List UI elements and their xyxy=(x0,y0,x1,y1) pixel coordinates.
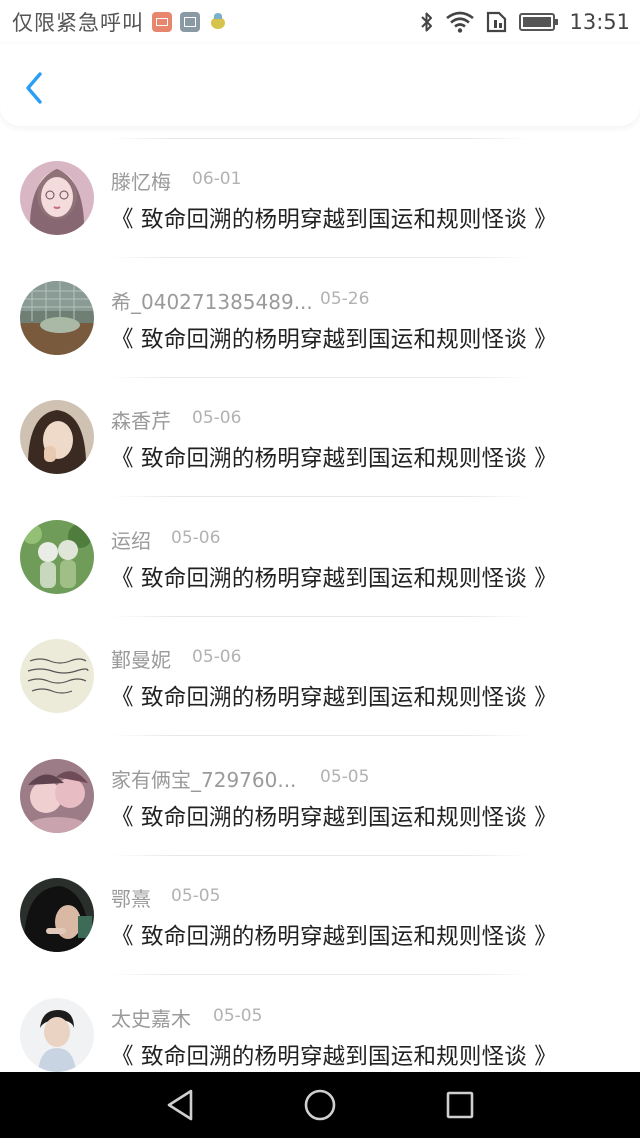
mail-icon xyxy=(152,12,172,32)
comment-list: 滕忆梅 06-01 《 致命回溯的杨明穿越到国运和规则怪谈 》 希_040271… xyxy=(0,126,640,1072)
list-item[interactable]: 森香芹 05-06 《 致命回溯的杨明穿越到国运和规则怪谈 》 xyxy=(0,365,640,497)
post-date: 05-06 xyxy=(192,647,242,667)
book-title: 《 致命回溯的杨明穿越到国运和规则怪谈 》 xyxy=(111,446,558,472)
avatar[interactable] xyxy=(20,758,94,833)
user-name[interactable]: 滕忆梅 xyxy=(111,166,171,195)
home-circle-icon xyxy=(304,1089,336,1121)
system-nav-bar xyxy=(0,1072,640,1138)
carrier-text: 仅限紧急呼叫 xyxy=(12,11,144,35)
chevron-left-icon xyxy=(26,72,42,104)
screen: 仅限紧急呼叫 13:51 滕忆梅 06-01 《 致命回溯的杨明穿越到国运和规则… xyxy=(0,0,640,1138)
book-title: 《 致命回溯的杨明穿越到国运和规则怪谈 》 xyxy=(111,565,558,592)
book-title: 《 致命回溯的杨明穿越到国运和规则怪谈 》 xyxy=(111,685,558,711)
avatar[interactable] xyxy=(20,997,94,1072)
nav-home-button[interactable] xyxy=(290,1075,350,1135)
avatar[interactable] xyxy=(20,400,94,474)
post-date: 05-05 xyxy=(171,886,221,906)
header xyxy=(0,44,640,126)
book-title: 《 致命回溯的杨明穿越到国运和规则怪谈 》 xyxy=(111,804,558,831)
nav-back-button[interactable] xyxy=(150,1075,210,1135)
user-name[interactable]: 运绍 xyxy=(111,525,151,554)
book-title: 《 致命回溯的杨明穿越到国运和规则怪谈 》 xyxy=(111,1043,558,1070)
book-title: 《 致命回溯的杨明穿越到国运和规则怪谈 》 xyxy=(111,924,558,950)
recents-square-icon xyxy=(446,1091,474,1119)
back-triangle-icon xyxy=(167,1089,193,1121)
user-name[interactable]: 希_040271385489... xyxy=(111,286,313,315)
avatar[interactable] xyxy=(20,519,94,594)
user-name[interactable]: 鄂熹 xyxy=(111,883,151,912)
book-title: 《 致命回溯的杨明穿越到国运和规则怪谈 》 xyxy=(111,207,558,233)
list-item[interactable]: 鄞曼妮 05-06 《 致命回溯的杨明穿越到国运和规则怪谈 》 xyxy=(0,604,640,736)
list-item[interactable]: 运绍 05-06 《 致命回溯的杨明穿越到国运和规则怪谈 》 xyxy=(0,485,640,617)
gallery-icon xyxy=(180,12,200,32)
avatar[interactable] xyxy=(20,878,94,952)
status-bar-left: 仅限紧急呼叫 xyxy=(12,7,228,37)
avatar[interactable] xyxy=(20,639,94,713)
post-date: 05-06 xyxy=(192,408,242,428)
user-name[interactable]: 家有俩宝_729760... xyxy=(111,764,296,793)
post-date: 05-06 xyxy=(171,527,221,548)
baby-app-icon xyxy=(208,12,228,32)
list-item[interactable]: 滕忆梅 06-01 《 致命回溯的杨明穿越到国运和规则怪谈 》 xyxy=(0,126,640,258)
user-name[interactable]: 森香芹 xyxy=(111,405,171,434)
avatar[interactable] xyxy=(20,161,94,235)
battery-icon xyxy=(519,13,559,31)
bluetooth-icon xyxy=(421,12,433,32)
post-date: 05-26 xyxy=(320,288,370,309)
clock: 13:51 xyxy=(569,10,630,34)
status-bar: 仅限紧急呼叫 13:51 xyxy=(0,0,640,44)
back-button[interactable] xyxy=(14,66,54,110)
post-date: 05-05 xyxy=(320,766,370,787)
list-item[interactable]: 家有俩宝_729760... 05-05 《 致命回溯的杨明穿越到国运和规则怪谈… xyxy=(0,724,640,856)
post-date: 06-01 xyxy=(192,169,242,189)
list-item[interactable]: 希_040271385489... 05-26 《 致命回溯的杨明穿越到国运和规… xyxy=(0,246,640,378)
sim-icon xyxy=(487,11,507,33)
status-bar-right: 13:51 xyxy=(419,10,630,34)
wifi-icon xyxy=(446,11,475,33)
nav-recents-button[interactable] xyxy=(430,1075,490,1135)
user-name[interactable]: 鄞曼妮 xyxy=(111,644,171,673)
book-title: 《 致命回溯的杨明穿越到国运和规则怪谈 》 xyxy=(111,326,558,353)
list-item[interactable]: 鄂熹 05-05 《 致命回溯的杨明穿越到国运和规则怪谈 》 xyxy=(0,843,640,975)
user-name[interactable]: 太史嘉木 xyxy=(111,1003,191,1032)
list-item[interactable]: 太史嘉木 05-05 《 致命回溯的杨明穿越到国运和规则怪谈 》 xyxy=(0,963,640,1073)
post-date: 05-05 xyxy=(213,1005,263,1026)
avatar[interactable] xyxy=(20,280,94,355)
